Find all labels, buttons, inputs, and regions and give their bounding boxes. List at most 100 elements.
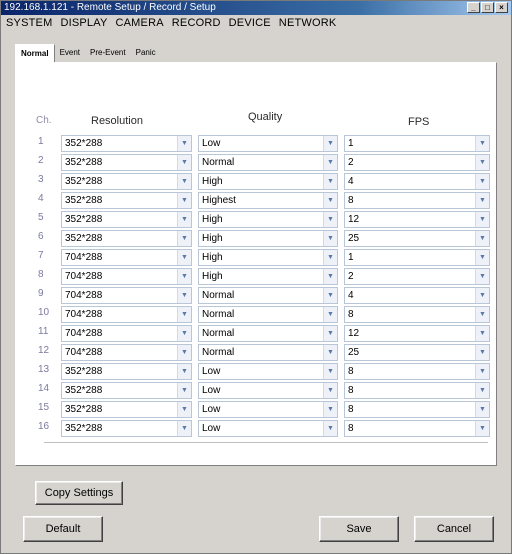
- resolution-select[interactable]: 704*288 ▼: [61, 287, 192, 304]
- chevron-down-icon[interactable]: ▼: [475, 212, 489, 227]
- quality-select[interactable]: Low ▼: [198, 382, 338, 399]
- fps-select[interactable]: 12 ▼: [344, 211, 490, 228]
- chevron-down-icon[interactable]: ▼: [177, 421, 191, 436]
- chevron-down-icon[interactable]: ▼: [177, 250, 191, 265]
- fps-select[interactable]: 8 ▼: [344, 420, 490, 437]
- chevron-down-icon[interactable]: ▼: [475, 193, 489, 208]
- chevron-down-icon[interactable]: ▼: [323, 345, 337, 360]
- chevron-down-icon[interactable]: ▼: [323, 383, 337, 398]
- chevron-down-icon[interactable]: ▼: [323, 136, 337, 151]
- fps-select[interactable]: 12 ▼: [344, 325, 490, 342]
- resolution-select[interactable]: 704*288 ▼: [61, 344, 192, 361]
- chevron-down-icon[interactable]: ▼: [475, 326, 489, 341]
- quality-select[interactable]: Low ▼: [198, 401, 338, 418]
- chevron-down-icon[interactable]: ▼: [475, 155, 489, 170]
- chevron-down-icon[interactable]: ▼: [323, 212, 337, 227]
- chevron-down-icon[interactable]: ▼: [323, 421, 337, 436]
- chevron-down-icon[interactable]: ▼: [323, 288, 337, 303]
- chevron-down-icon[interactable]: ▼: [177, 326, 191, 341]
- resolution-select[interactable]: 352*288 ▼: [61, 135, 192, 152]
- quality-select[interactable]: High ▼: [198, 173, 338, 190]
- quality-select[interactable]: Low ▼: [198, 135, 338, 152]
- quality-select[interactable]: Normal ▼: [198, 154, 338, 171]
- chevron-down-icon[interactable]: ▼: [177, 345, 191, 360]
- chevron-down-icon[interactable]: ▼: [323, 269, 337, 284]
- tab-normal[interactable]: Normal: [15, 44, 55, 62]
- chevron-down-icon[interactable]: ▼: [177, 136, 191, 151]
- fps-select[interactable]: 8 ▼: [344, 382, 490, 399]
- chevron-down-icon[interactable]: ▼: [475, 421, 489, 436]
- fps-select[interactable]: 25 ▼: [344, 230, 490, 247]
- quality-select[interactable]: High ▼: [198, 249, 338, 266]
- chevron-down-icon[interactable]: ▼: [475, 231, 489, 246]
- fps-select[interactable]: 8 ▼: [344, 401, 490, 418]
- chevron-down-icon[interactable]: ▼: [475, 174, 489, 189]
- chevron-down-icon[interactable]: ▼: [475, 383, 489, 398]
- menu-record[interactable]: RECORD: [172, 15, 221, 31]
- tab-panic[interactable]: Panic: [131, 44, 161, 62]
- fps-select[interactable]: 4 ▼: [344, 173, 490, 190]
- chevron-down-icon[interactable]: ▼: [177, 155, 191, 170]
- resolution-select[interactable]: 352*288 ▼: [61, 420, 192, 437]
- chevron-down-icon[interactable]: ▼: [177, 193, 191, 208]
- chevron-down-icon[interactable]: ▼: [323, 402, 337, 417]
- fps-select[interactable]: 1 ▼: [344, 249, 490, 266]
- chevron-down-icon[interactable]: ▼: [177, 383, 191, 398]
- chevron-down-icon[interactable]: ▼: [323, 193, 337, 208]
- chevron-down-icon[interactable]: ▼: [475, 250, 489, 265]
- fps-select[interactable]: 8 ▼: [344, 192, 490, 209]
- cancel-button[interactable]: Cancel: [414, 516, 494, 542]
- quality-select[interactable]: Normal ▼: [198, 344, 338, 361]
- chevron-down-icon[interactable]: ▼: [475, 402, 489, 417]
- quality-select[interactable]: Highest ▼: [198, 192, 338, 209]
- default-button[interactable]: Default: [23, 516, 103, 542]
- minimize-icon[interactable]: _: [467, 2, 480, 13]
- menu-display[interactable]: DISPLAY: [60, 15, 107, 31]
- quality-select[interactable]: High ▼: [198, 211, 338, 228]
- fps-select[interactable]: 1 ▼: [344, 135, 490, 152]
- chevron-down-icon[interactable]: ▼: [177, 288, 191, 303]
- chevron-down-icon[interactable]: ▼: [475, 307, 489, 322]
- quality-select[interactable]: Normal ▼: [198, 325, 338, 342]
- chevron-down-icon[interactable]: ▼: [177, 174, 191, 189]
- tab-event[interactable]: Event: [55, 44, 85, 62]
- chevron-down-icon[interactable]: ▼: [323, 174, 337, 189]
- chevron-down-icon[interactable]: ▼: [475, 288, 489, 303]
- chevron-down-icon[interactable]: ▼: [323, 250, 337, 265]
- fps-select[interactable]: 8 ▼: [344, 363, 490, 380]
- resolution-select[interactable]: 352*288 ▼: [61, 192, 192, 209]
- quality-select[interactable]: Normal ▼: [198, 306, 338, 323]
- chevron-down-icon[interactable]: ▼: [323, 326, 337, 341]
- chevron-down-icon[interactable]: ▼: [177, 402, 191, 417]
- fps-select[interactable]: 25 ▼: [344, 344, 490, 361]
- menu-system[interactable]: SYSTEM: [6, 15, 52, 31]
- chevron-down-icon[interactable]: ▼: [177, 212, 191, 227]
- fps-select[interactable]: 4 ▼: [344, 287, 490, 304]
- copy-settings-button[interactable]: Copy Settings: [35, 481, 123, 505]
- chevron-down-icon[interactable]: ▼: [475, 364, 489, 379]
- save-button[interactable]: Save: [319, 516, 399, 542]
- resolution-select[interactable]: 352*288 ▼: [61, 154, 192, 171]
- menu-device[interactable]: DEVICE: [229, 15, 271, 31]
- quality-select[interactable]: Low ▼: [198, 363, 338, 380]
- menu-network[interactable]: NETWORK: [279, 15, 337, 31]
- quality-select[interactable]: Low ▼: [198, 420, 338, 437]
- fps-select[interactable]: 8 ▼: [344, 306, 490, 323]
- maximize-icon[interactable]: □: [481, 2, 494, 13]
- quality-select[interactable]: Normal ▼: [198, 287, 338, 304]
- resolution-select[interactable]: 704*288 ▼: [61, 306, 192, 323]
- resolution-select[interactable]: 352*288 ▼: [61, 382, 192, 399]
- title-bar[interactable]: 192.168.1.121 - Remote Setup / Record / …: [1, 1, 511, 15]
- resolution-select[interactable]: 352*288 ▼: [61, 211, 192, 228]
- chevron-down-icon[interactable]: ▼: [323, 231, 337, 246]
- chevron-down-icon[interactable]: ▼: [177, 231, 191, 246]
- chevron-down-icon[interactable]: ▼: [323, 364, 337, 379]
- resolution-select[interactable]: 352*288 ▼: [61, 401, 192, 418]
- tab-pre-event[interactable]: Pre-Event: [85, 44, 131, 62]
- chevron-down-icon[interactable]: ▼: [177, 307, 191, 322]
- fps-select[interactable]: 2 ▼: [344, 268, 490, 285]
- quality-select[interactable]: High ▼: [198, 268, 338, 285]
- close-icon[interactable]: ×: [495, 2, 508, 13]
- chevron-down-icon[interactable]: ▼: [323, 155, 337, 170]
- fps-select[interactable]: 2 ▼: [344, 154, 490, 171]
